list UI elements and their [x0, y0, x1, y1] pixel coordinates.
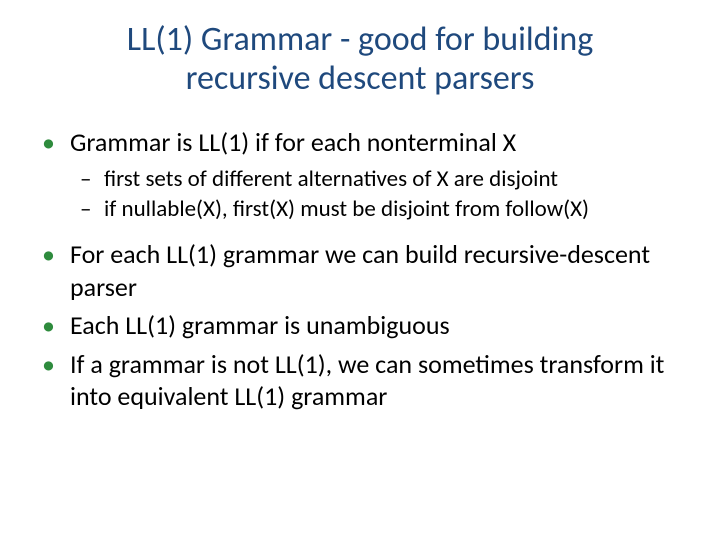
sub-bullet-list: first sets of different alternatives of …: [70, 165, 690, 225]
sub-bullet-text: if nullable(X), first(X) must be disjoin…: [104, 195, 589, 223]
sub-bullet-text: first sets of different alternatives of …: [104, 165, 558, 193]
bullet-text: Each LL(1) grammar is unambiguous: [70, 309, 450, 341]
bullet-item: Each LL(1) grammar is unambiguous: [30, 309, 690, 342]
bullet-text: For each LL(1) grammar we can build recu…: [70, 238, 650, 303]
bullet-text: If a grammar is not LL(1), we can someti…: [70, 348, 664, 413]
slide-title: LL(1) Grammar - good for building recurs…: [70, 20, 650, 98]
bullet-item: Grammar is LL(1) if for each nonterminal…: [30, 126, 690, 224]
bullet-list: Grammar is LL(1) if for each nonterminal…: [30, 126, 690, 413]
bullet-item: For each LL(1) grammar we can build recu…: [30, 238, 690, 303]
sub-bullet-item: first sets of different alternatives of …: [70, 165, 690, 194]
bullet-item: If a grammar is not LL(1), we can someti…: [30, 348, 690, 413]
sub-bullet-item: if nullable(X), first(X) must be disjoin…: [70, 195, 690, 224]
bullet-text: Grammar is LL(1) if for each nonterminal…: [70, 126, 516, 158]
slide: LL(1) Grammar - good for building recurs…: [0, 0, 720, 540]
